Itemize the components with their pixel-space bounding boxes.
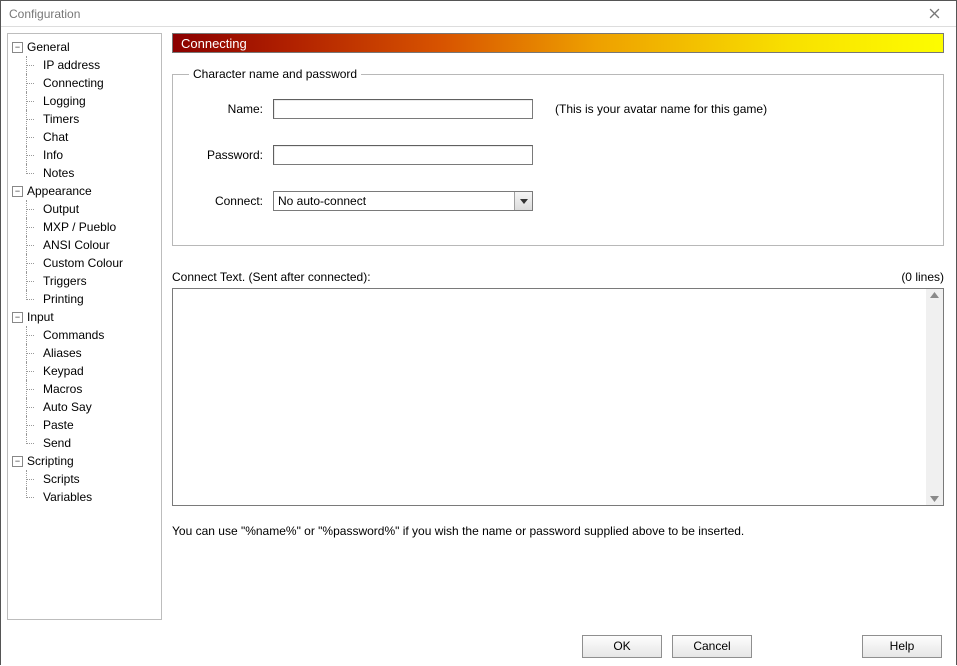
connect-select[interactable]: No auto-connect — [273, 191, 533, 211]
tree-item-scripts[interactable]: Scripts — [24, 470, 159, 488]
tree-node-scripting[interactable]: − Scripting — [10, 452, 159, 470]
tree-item-macros[interactable]: Macros — [24, 380, 159, 398]
tree-item-paste[interactable]: Paste — [24, 416, 159, 434]
groupbox-legend: Character name and password — [189, 67, 361, 81]
tree-item-timers[interactable]: Timers — [24, 110, 159, 128]
name-input[interactable] — [273, 99, 533, 119]
tree-item-auto-say[interactable]: Auto Say — [24, 398, 159, 416]
password-input[interactable] — [273, 145, 533, 165]
tree-item-printing[interactable]: Printing — [24, 290, 159, 308]
cancel-button[interactable]: Cancel — [672, 635, 752, 658]
tree-item-custom-colour[interactable]: Custom Colour — [24, 254, 159, 272]
scroll-down-icon — [930, 496, 939, 502]
password-label: Password: — [189, 148, 273, 162]
tree-item-info[interactable]: Info — [24, 146, 159, 164]
close-button[interactable] — [918, 3, 950, 25]
tree-item-ip-address[interactable]: IP address — [24, 56, 159, 74]
close-icon — [929, 8, 940, 19]
tree-item-notes[interactable]: Notes — [24, 164, 159, 182]
tree-item-triggers[interactable]: Triggers — [24, 272, 159, 290]
collapse-icon[interactable]: − — [12, 456, 23, 467]
collapse-icon[interactable]: − — [12, 186, 23, 197]
tree-item-chat[interactable]: Chat — [24, 128, 159, 146]
connect-text-label: Connect Text. (Sent after connected): — [172, 270, 371, 284]
collapse-icon[interactable]: − — [12, 312, 23, 323]
tree-item-send[interactable]: Send — [24, 434, 159, 452]
page-title: Connecting — [181, 36, 247, 51]
tree-item-keypad[interactable]: Keypad — [24, 362, 159, 380]
collapse-icon[interactable]: − — [12, 42, 23, 53]
name-hint: (This is your avatar name for this game) — [555, 102, 767, 116]
scroll-up-icon — [930, 292, 939, 298]
tree-item-mxp-pueblo[interactable]: MXP / Pueblo — [24, 218, 159, 236]
tree-node-appearance[interactable]: − Appearance — [10, 182, 159, 200]
tree-item-commands[interactable]: Commands — [24, 326, 159, 344]
character-groupbox: Character name and password Name: (This … — [172, 67, 944, 246]
help-button[interactable]: Help — [862, 635, 942, 658]
tree-item-logging[interactable]: Logging — [24, 92, 159, 110]
ok-button[interactable]: OK — [582, 635, 662, 658]
tree-item-connecting[interactable]: Connecting — [24, 74, 159, 92]
tree-item-aliases[interactable]: Aliases — [24, 344, 159, 362]
tree-item-output[interactable]: Output — [24, 200, 159, 218]
tree-item-ansi-colour[interactable]: ANSI Colour — [24, 236, 159, 254]
scrollbar[interactable] — [926, 289, 943, 505]
connect-label: Connect: — [189, 194, 273, 208]
substitution-hint: You can use "%name%" or "%password%" if … — [172, 524, 944, 538]
page-title-bar: Connecting — [172, 33, 944, 53]
tree-node-general[interactable]: − General — [10, 38, 159, 56]
connect-text-lines: (0 lines) — [901, 270, 944, 284]
connect-text-area[interactable] — [173, 289, 926, 505]
tree-item-variables[interactable]: Variables — [24, 488, 159, 506]
connect-select-value: No auto-connect — [274, 194, 514, 208]
tree-node-input[interactable]: − Input — [10, 308, 159, 326]
name-label: Name: — [189, 102, 273, 116]
window-title: Configuration — [9, 7, 80, 21]
nav-tree[interactable]: − General IP address Connecting Logging … — [7, 33, 162, 620]
chevron-down-icon — [514, 192, 532, 210]
